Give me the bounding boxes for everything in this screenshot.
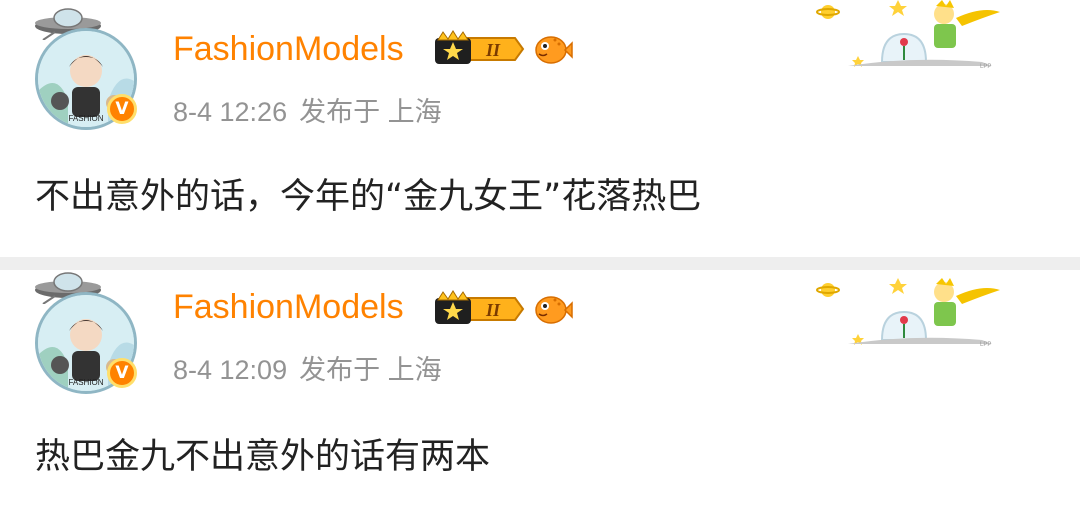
pufferfish-icon [535, 296, 573, 324]
svg-text:II: II [485, 40, 501, 60]
verified-icon: V [107, 94, 137, 124]
little-prince-decoration: LPP [816, 0, 1000, 70]
svg-text:LPP: LPP [980, 342, 991, 348]
username[interactable]: FashionModels [173, 288, 404, 327]
post-location: 发布于 上海 [299, 355, 442, 385]
crown-level-badge-icon[interactable]: II [433, 30, 525, 68]
verified-icon: V [107, 358, 137, 388]
post-content[interactable]: 热巴金九不出意外的话有两本 [35, 428, 490, 479]
post-meta: 8-4 12:09 发布于 上海 [173, 348, 454, 387]
svg-text:LPP: LPP [980, 64, 991, 70]
post-time: 8-4 12:26 [173, 97, 288, 127]
pufferfish-icon [535, 36, 573, 64]
svg-text:II: II [485, 300, 501, 320]
post-content[interactable]: 不出意外的话，今年的“金九女王”花落热巴 [35, 168, 701, 219]
little-prince-decoration: LPP [816, 278, 1000, 348]
username[interactable]: FashionModels [173, 30, 404, 69]
post-meta: 8-4 12:26 发布于 上海 [173, 90, 454, 129]
post-location: 发布于 上海 [299, 97, 442, 127]
crown-level-badge-icon[interactable]: II [433, 290, 525, 328]
post-card-2[interactable]: FASHION V FashionModels II 8-4 12:09 发布于 … [0, 270, 1080, 518]
svg-text:FASHION: FASHION [68, 114, 103, 123]
avatar[interactable]: FASHION V [27, 6, 147, 130]
user-badges: II [433, 30, 573, 68]
post-time: 8-4 12:09 [173, 355, 288, 385]
post-card-1[interactable]: FASHION V FashionModels II 8-4 12:26 发布于 … [0, 0, 1080, 257]
avatar[interactable]: FASHION V [27, 270, 147, 394]
svg-text:FASHION: FASHION [68, 378, 103, 387]
post-separator [0, 257, 1080, 270]
user-badges: II [433, 290, 573, 328]
